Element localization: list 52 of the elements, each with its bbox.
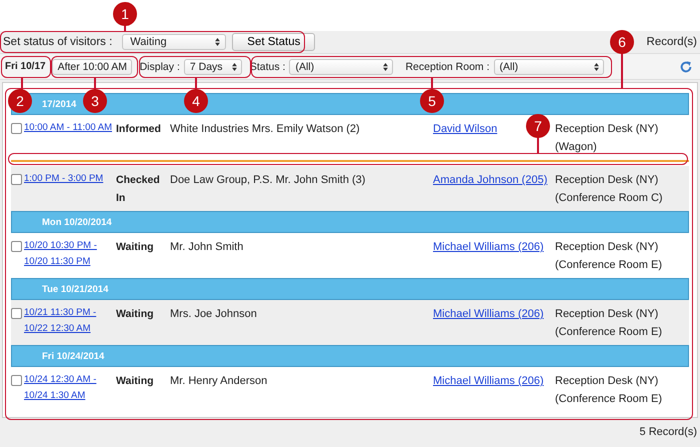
checkbox[interactable] [11, 241, 22, 252]
status-text: Waiting [116, 374, 155, 389]
status-filter-select[interactable]: (All) [289, 58, 394, 74]
record-count: Record(s) [646, 36, 697, 48]
checkbox[interactable] [11, 174, 22, 185]
record-count: 5 Record(s) [640, 426, 697, 438]
location-text: Reception Desk (NY) (Conference Room C) [555, 173, 663, 206]
select-arrows-icon [215, 38, 220, 46]
location-text: Reception Desk (NY) (Wagon) [555, 122, 658, 155]
location-text: Reception Desk (NY) (Conference Room E) [555, 240, 662, 273]
room-label: Reception Room : [405, 60, 490, 72]
checkbox[interactable] [11, 375, 22, 386]
status-text: Waiting [116, 240, 155, 255]
status-text: Checked In [116, 173, 161, 206]
select-arrows-icon [232, 62, 237, 70]
room-select[interactable]: (All) [494, 58, 604, 74]
host-link[interactable]: Michael Williams (206) [433, 308, 544, 320]
visitor-name: Mr. Henry Anderson [170, 374, 268, 389]
display-select[interactable]: 7 Days [184, 58, 242, 74]
date-heading: Mon 10/20/2014 [42, 216, 112, 228]
host-link[interactable]: Michael Williams (206) [433, 241, 544, 253]
checkbox[interactable] [11, 123, 22, 134]
checkbox[interactable] [11, 308, 22, 319]
status-text: Waiting [116, 307, 155, 322]
date-heading: 17/2014 [42, 98, 76, 110]
time-link[interactable]: 10:00 AM - 11:00 AM [24, 120, 112, 136]
location-text: Reception Desk (NY) (Conference Room E) [555, 307, 662, 340]
select-arrows-icon [594, 62, 599, 70]
date-heading: Tue 10/21/2014 [42, 284, 108, 294]
visitor-name: Mrs. Joe Johnson [170, 307, 258, 322]
visitor-name: Doe Law Group, P.S. Mr. John Smith (3) [170, 173, 366, 188]
set-status-button[interactable]: Set Status [232, 33, 316, 51]
visitor-name: Mr. John Smith [170, 240, 244, 255]
time-link[interactable]: 10/24 12:30 AM - 10/24 1:30 AM [24, 372, 96, 404]
date-label: Fri 10/17 [5, 61, 46, 72]
host-link[interactable]: David Wilson [433, 123, 498, 135]
visitor-name: White Industries Mrs. Emily Watson (2) [170, 122, 361, 137]
host-link[interactable]: Michael Williams (206) [433, 375, 544, 387]
display-label: Display : [140, 60, 180, 72]
status-label: Set status of visitors : [3, 36, 112, 48]
select-arrows-icon [383, 62, 388, 70]
date-heading: Fri 10/24/2014 [42, 350, 104, 362]
time-select[interactable]: After 10:00 AM [52, 58, 132, 74]
location-text: Reception Desk (NY) (Conference Room E) [555, 374, 662, 407]
status-text: Informed [116, 122, 162, 137]
time-link[interactable]: 10/20 10:30 PM - 10/20 11:30 PM [24, 238, 97, 270]
time-link[interactable]: 10/21 11:30 PM - 10/22 12:30 AM [24, 305, 96, 337]
host-link[interactable]: Amanda Johnson (205) [433, 174, 548, 186]
time-link[interactable]: 1:00 PM - 3:00 PM [24, 171, 104, 187]
refresh-icon[interactable] [679, 60, 693, 74]
callout-badge: 6 [610, 30, 634, 54]
status-select[interactable]: Waiting [122, 34, 226, 50]
